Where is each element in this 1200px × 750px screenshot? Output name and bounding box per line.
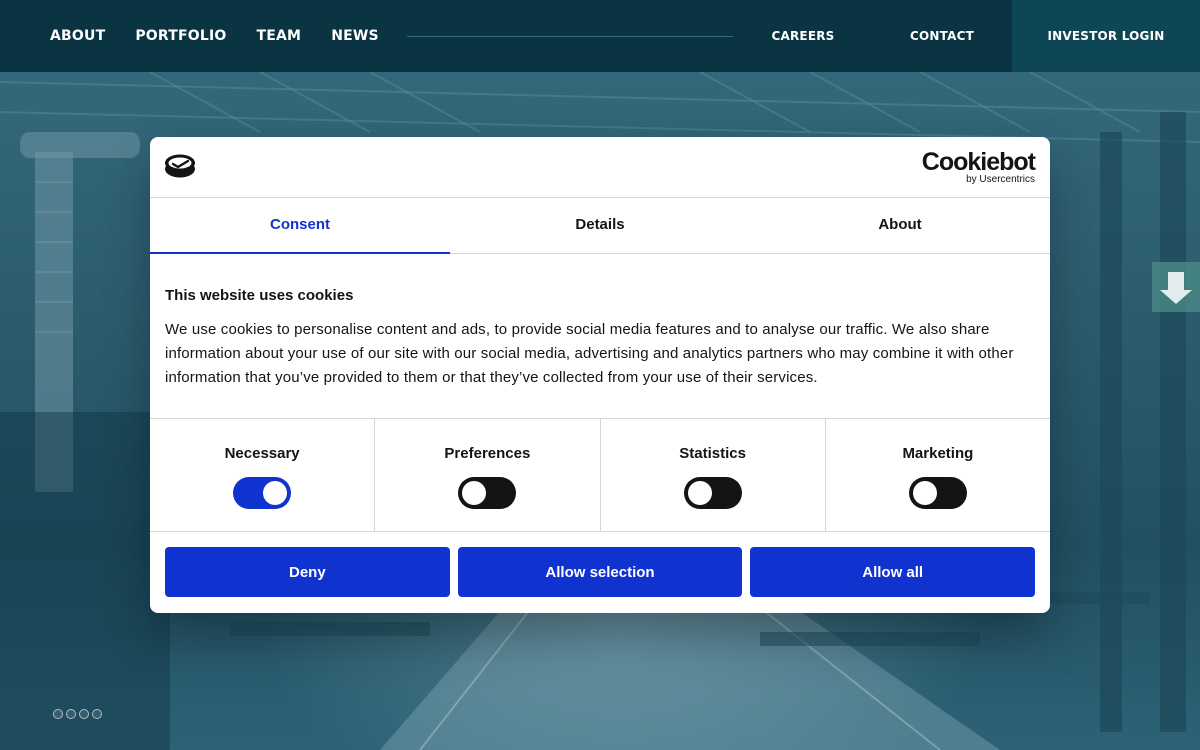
dialog-tabs: Consent Details About	[150, 198, 1050, 254]
tab-details[interactable]: Details	[450, 198, 750, 253]
toggle-label-statistics: Statistics	[679, 445, 746, 462]
toggle-label-preferences: Preferences	[444, 445, 531, 462]
primary-nav: ABOUT PORTFOLIO TEAM NEWS	[50, 0, 409, 72]
top-navigation: ABOUT PORTFOLIO TEAM NEWS CAREERS CONTAC…	[0, 0, 1200, 72]
brand-name: Cookiebot	[921, 148, 1036, 176]
nav-team-link[interactable]: TEAM	[257, 28, 302, 44]
cookie-consent-dialog: Cookiebot by Usercentrics Consent Detail…	[150, 137, 1050, 613]
consent-toggles: Necessary Preferences Statistics Marketi…	[150, 418, 1050, 532]
nav-about-link[interactable]: ABOUT	[50, 28, 105, 44]
cookiebot-brand: Cookiebot by Usercentrics	[921, 148, 1036, 186]
allow-selection-button[interactable]: Allow selection	[457, 547, 743, 597]
toggle-cell-preferences: Preferences	[375, 419, 601, 531]
tab-about[interactable]: About	[750, 198, 1050, 253]
dialog-header: Cookiebot by Usercentrics	[150, 137, 1050, 198]
slider-dot[interactable]	[66, 709, 76, 719]
necessary-toggle[interactable]	[233, 477, 292, 509]
toggle-cell-marketing: Marketing	[826, 419, 1050, 531]
nav-contact-link[interactable]: CONTACT	[898, 0, 986, 72]
nav-news-link[interactable]: NEWS	[331, 28, 379, 44]
marketing-toggle[interactable]	[908, 477, 967, 509]
toggle-knob	[462, 481, 487, 505]
slider-dot[interactable]	[92, 709, 102, 719]
deny-button[interactable]: Deny	[165, 547, 450, 597]
slider-dots	[53, 709, 102, 719]
slider-dot[interactable]	[79, 709, 89, 719]
statistics-toggle[interactable]	[683, 477, 742, 509]
dialog-title: This website uses cookies	[165, 287, 354, 304]
nav-portfolio-link[interactable]: PORTFOLIO	[135, 28, 226, 44]
toggle-knob	[912, 481, 937, 505]
dialog-actions: Deny Allow selection Allow all	[165, 547, 1036, 597]
preferences-toggle[interactable]	[458, 477, 517, 509]
nav-divider-line	[407, 36, 733, 37]
slider-dot[interactable]	[53, 709, 63, 719]
toggle-cell-statistics: Statistics	[601, 419, 826, 531]
cookiebot-logo-icon	[165, 154, 195, 178]
toggle-knob	[687, 481, 712, 505]
toggle-knob	[263, 481, 288, 505]
toggle-label-necessary: Necessary	[224, 445, 300, 462]
dialog-description: We use cookies to personalise content an…	[165, 321, 1014, 386]
tab-consent[interactable]: Consent	[150, 198, 450, 254]
allow-all-button[interactable]: Allow all	[750, 547, 1036, 597]
toggle-cell-necessary: Necessary	[150, 419, 376, 531]
nav-careers-link[interactable]: CAREERS	[760, 0, 846, 72]
dialog-body: This website uses cookies We use cookies…	[165, 286, 1040, 390]
investor-login-button[interactable]: INVESTOR LOGIN	[1012, 0, 1200, 72]
toggle-label-marketing: Marketing	[902, 445, 974, 462]
